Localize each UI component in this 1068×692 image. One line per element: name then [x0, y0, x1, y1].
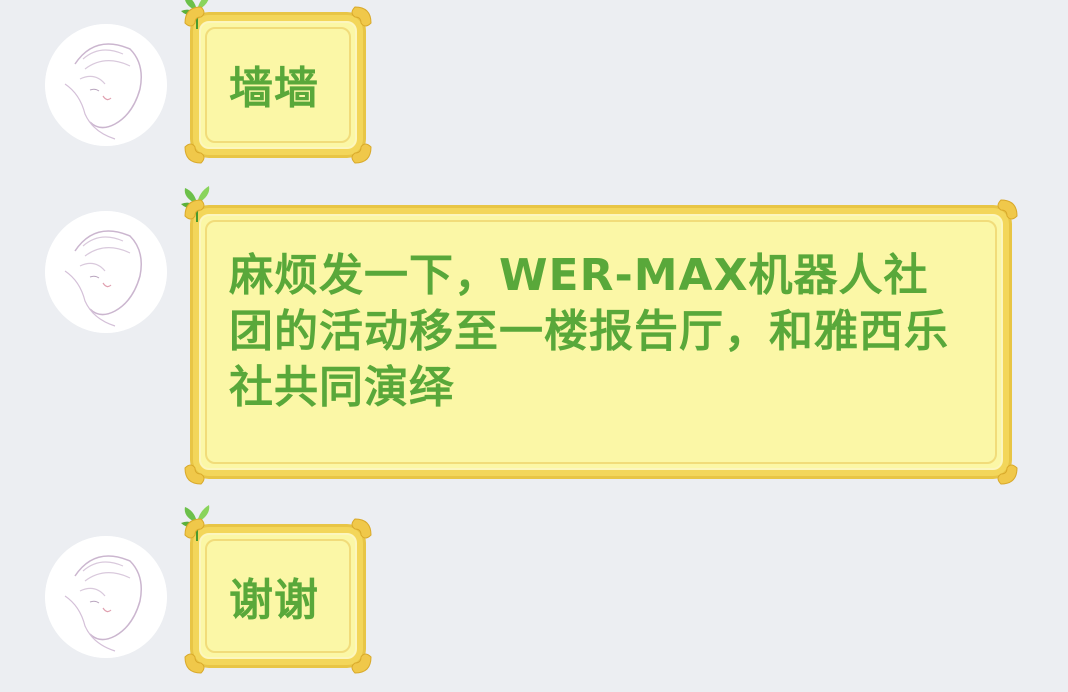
sender-avatar[interactable]: [45, 211, 167, 333]
ornament-corner-icon: [335, 127, 375, 167]
ornament-corner-icon: [181, 515, 221, 555]
ornament-corner-icon: [335, 637, 375, 677]
avatar-sketch-icon: [45, 211, 167, 333]
message-text: 麻烦发一下，WER-MAX机器人社团的活动移至一楼报告厅，和雅西乐社共同演绎: [229, 250, 949, 413]
ornament-corner-icon: [181, 196, 221, 236]
ornament-corner-icon: [181, 448, 221, 488]
ornament-corner-icon: [335, 3, 375, 43]
ornament-corner-icon: [981, 196, 1021, 236]
ornament-corner-icon: [981, 448, 1021, 488]
avatar-sketch-icon: [45, 24, 167, 146]
message-bubble[interactable]: 麻烦发一下，WER-MAX机器人社团的活动移至一楼报告厅，和雅西乐社共同演绎: [181, 186, 1018, 485]
ornament-corner-icon: [181, 3, 221, 43]
ornament-corner-icon: [181, 637, 221, 677]
avatar-sketch-icon: [45, 536, 167, 658]
message-bubble[interactable]: 谢谢: [181, 505, 372, 674]
message-bubble[interactable]: 墙墙: [181, 0, 372, 164]
ornament-corner-icon: [181, 127, 221, 167]
sender-avatar[interactable]: [45, 536, 167, 658]
sender-avatar[interactable]: [45, 24, 167, 146]
message-text: 谢谢: [229, 575, 319, 626]
message-text: 墙墙: [229, 63, 319, 114]
ornament-corner-icon: [335, 515, 375, 555]
